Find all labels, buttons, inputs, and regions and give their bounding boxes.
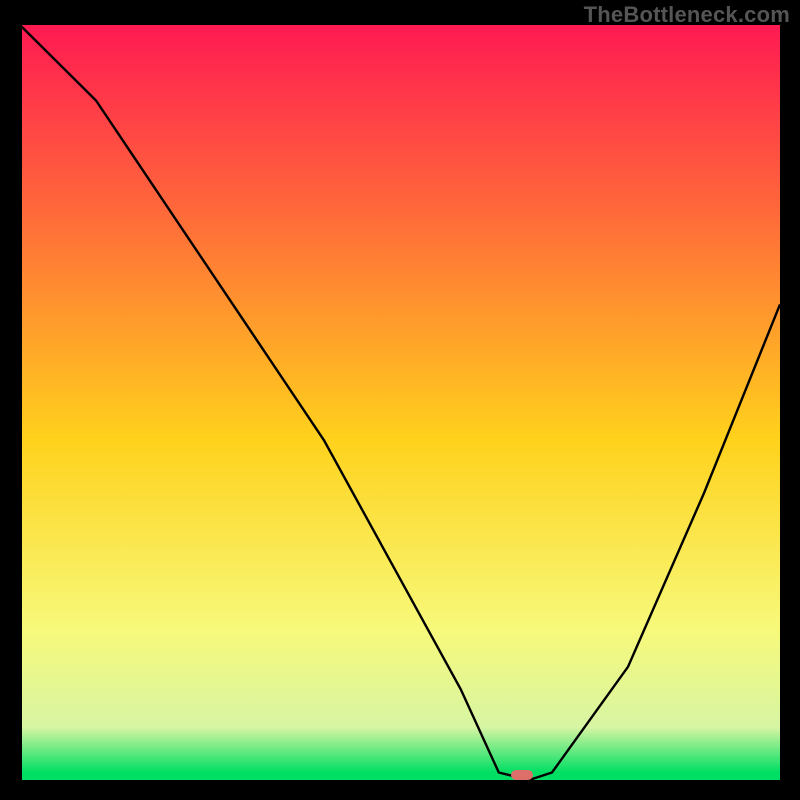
bottleneck-curve: [20, 25, 780, 780]
axis-x: [20, 780, 780, 782]
plot-area: [20, 25, 780, 780]
chart-frame: TheBottleneck.com: [0, 0, 800, 800]
optimum-marker: [511, 770, 533, 780]
axis-y: [20, 25, 22, 782]
watermark-text: TheBottleneck.com: [584, 2, 790, 28]
curve-path: [20, 25, 780, 780]
